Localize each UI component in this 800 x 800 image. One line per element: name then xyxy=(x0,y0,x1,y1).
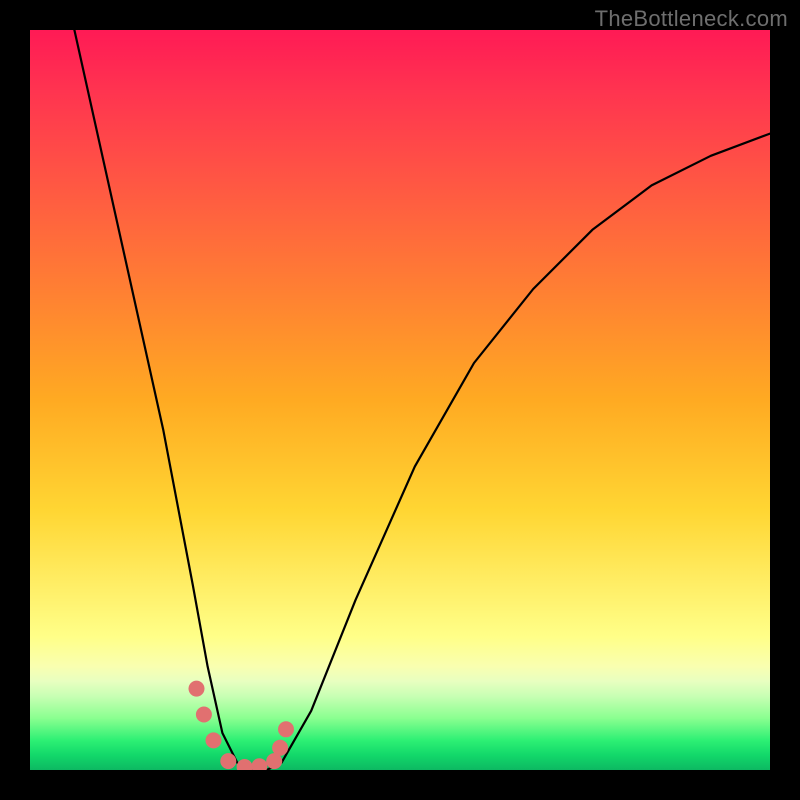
marker-dot xyxy=(206,732,222,748)
marker-dot xyxy=(278,721,294,737)
bottleneck-curve xyxy=(74,30,770,770)
highlight-dots xyxy=(189,681,295,770)
curve-layer xyxy=(30,30,770,770)
marker-dot xyxy=(251,758,267,770)
marker-dot xyxy=(220,753,236,769)
marker-dot xyxy=(237,759,253,770)
plot-area xyxy=(30,30,770,770)
watermark-label: TheBottleneck.com xyxy=(595,6,788,32)
chart-frame: TheBottleneck.com xyxy=(0,0,800,800)
marker-dot xyxy=(189,681,205,697)
marker-dot xyxy=(196,707,212,723)
marker-dot xyxy=(272,740,288,756)
